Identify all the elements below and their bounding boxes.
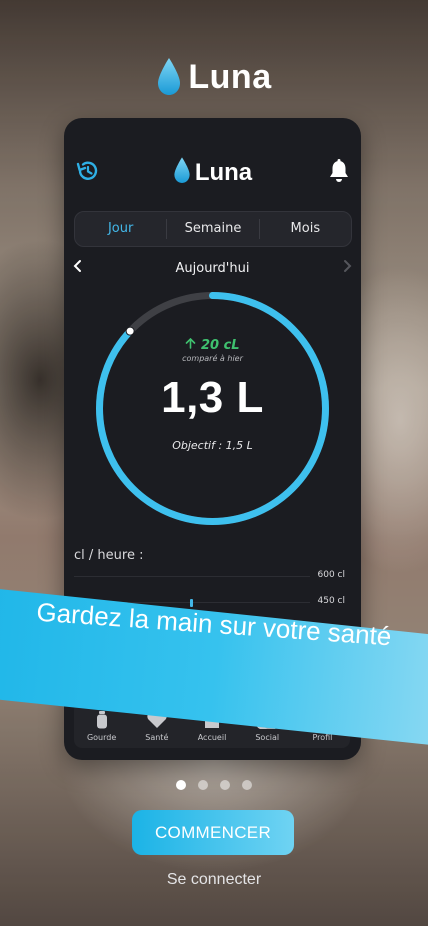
tab-jour[interactable]: Jour — [75, 219, 168, 239]
nav-label: Social — [255, 733, 280, 742]
tab-mois[interactable]: Mois — [260, 219, 351, 239]
bottle-icon — [91, 711, 113, 729]
date-navigator: Aujourd'hui — [64, 258, 361, 280]
preview-app-name: Luna — [194, 158, 253, 186]
page-dot[interactable] — [220, 780, 230, 790]
page-dot[interactable] — [176, 780, 186, 790]
grid-label: 600 cl — [317, 570, 346, 580]
delta-row: 20 cL — [64, 337, 361, 353]
app-name: Luna — [188, 57, 272, 96]
period-tabs: Jour Semaine Mois — [74, 211, 352, 247]
delta-value: 20 cL — [200, 338, 240, 353]
nav-label: Accueil — [197, 733, 227, 742]
chevron-right-icon[interactable] — [342, 258, 352, 277]
grid-line — [74, 576, 310, 577]
bell-icon[interactable] — [327, 158, 351, 188]
page-dot[interactable] — [242, 780, 252, 790]
water-drop-icon — [173, 156, 191, 189]
gauge-knob — [125, 326, 135, 336]
hourly-chart-title: cl / heure : — [74, 548, 144, 563]
nav-label: Gourde — [86, 733, 117, 742]
app-logo: Luna — [0, 55, 428, 99]
objective-label: Objectif : 1,5 L — [172, 439, 253, 452]
preview-logo: Luna — [64, 156, 361, 189]
preview-header: Luna — [64, 154, 361, 190]
water-drop-icon — [156, 57, 182, 97]
date-label: Aujourd'hui — [175, 261, 250, 276]
start-button[interactable]: COMMENCER — [132, 810, 294, 855]
gauge-readout: 20 cL comparé à hier 1,3 L Objectif : 1,… — [64, 337, 361, 452]
nav-label: Santé — [145, 733, 169, 742]
grid-label: 450 cl — [317, 596, 346, 606]
page-indicator — [0, 780, 428, 790]
delta-note: comparé à hier — [182, 354, 243, 363]
login-link[interactable]: Se connecter — [0, 871, 428, 889]
page-dot[interactable] — [198, 780, 208, 790]
arrow-up-icon — [185, 337, 201, 353]
tab-semaine[interactable]: Semaine — [167, 219, 260, 239]
intake-value: 1,3 L — [161, 373, 264, 422]
